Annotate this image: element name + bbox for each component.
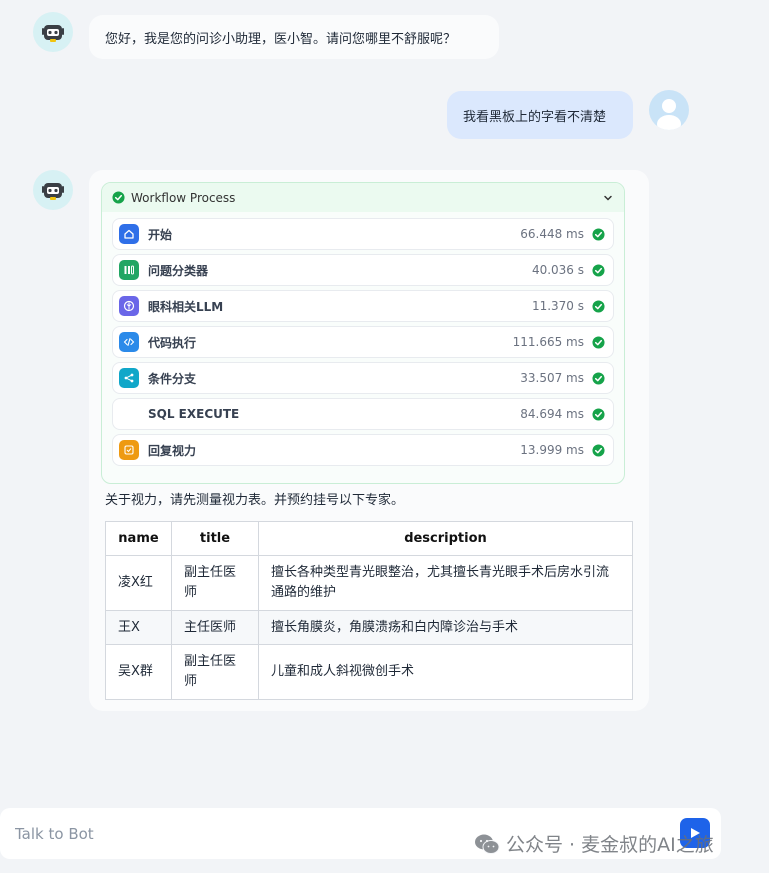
step-time: 111.665 ms: [512, 335, 584, 349]
check-circle-icon: [592, 335, 605, 349]
workflow-step-reply[interactable]: 回复视力 13.999 ms: [112, 434, 614, 466]
user-message-bubble: 我看黑板上的字看不清楚: [447, 91, 633, 139]
cell-title: 主任医师: [171, 610, 259, 645]
cell-title: 副主任医师: [171, 555, 259, 611]
bot-greeting-bubble: 您好，我是您的问诊小助理，医小智。请问您哪里不舒服呢？: [89, 15, 499, 59]
cell-name: 吴X群: [105, 644, 172, 700]
doctor-table: name title description 凌X红 副主任医师 擅长各种类型青…: [105, 521, 633, 700]
answer-text: 关于视力，请先测量视力表。并预约挂号以下专家。: [105, 493, 405, 508]
check-circle-icon: [592, 443, 605, 457]
cell-name: 王X: [105, 610, 172, 645]
table-row: 王X 主任医师 擅长角膜炎，角膜溃疡和白内障诊治与手术: [105, 610, 633, 645]
workflow-step-branch[interactable]: 条件分支 33.507 ms: [112, 362, 614, 394]
step-time: 33.507 ms: [520, 371, 584, 385]
workflow-panel: Workflow Process 开始 66.448 ms 问题分类器 40.0…: [101, 182, 625, 484]
cell-description: 擅长角膜炎，角膜溃疡和白内障诊治与手术: [258, 610, 633, 645]
watermark-text: 公众号 · 麦金叔的AI之旅: [506, 834, 714, 856]
workflow-step-sql[interactable]: SQL EXECUTE 84.694 ms: [112, 398, 614, 430]
workflow-title: Workflow Process: [131, 190, 236, 205]
column-header-title: title: [171, 521, 259, 556]
branch-icon: [119, 368, 139, 388]
step-time: 40.036 s: [531, 263, 584, 277]
home-icon: [119, 224, 139, 244]
table-row: 吴X群 副主任医师 儿童和成人斜视微创手术: [105, 644, 633, 700]
step-label: 开始: [148, 227, 173, 242]
robot-icon: [42, 25, 64, 42]
step-label: SQL EXECUTE: [148, 407, 240, 421]
workflow-header[interactable]: Workflow Process: [102, 183, 624, 212]
check-circle-icon: [592, 371, 605, 385]
check-circle-icon: [112, 191, 125, 204]
robot-icon: [42, 183, 64, 200]
workflow-step-start[interactable]: 开始 66.448 ms: [112, 218, 614, 250]
cell-title: 副主任医师: [171, 644, 259, 700]
workflow-step-llm[interactable]: 眼科相关LLM 11.370 s: [112, 290, 614, 322]
cell-description: 擅长各种类型青光眼整治，尤其擅长青光眼手术后房水引流通路的维护: [258, 555, 633, 611]
user-avatar: [649, 90, 689, 130]
llm-icon: [119, 296, 139, 316]
bot-avatar: [33, 12, 73, 52]
step-label: 条件分支: [148, 371, 197, 386]
user-message-text: 我看黑板上的字看不清楚: [463, 109, 607, 125]
check-circle-icon: [592, 299, 605, 313]
bot-response-bubble: Workflow Process 开始 66.448 ms 问题分类器 40.0…: [89, 170, 649, 711]
check-circle-icon: [592, 263, 605, 277]
bot-avatar-2: [33, 170, 73, 210]
code-icon: [119, 332, 139, 352]
cell-description: 儿童和成人斜视微创手术: [258, 644, 633, 700]
check-circle-icon: [592, 407, 605, 421]
step-label: 问题分类器: [148, 263, 209, 278]
user-icon: [657, 99, 681, 130]
column-header-name: name: [105, 521, 172, 556]
workflow-step-classifier[interactable]: 问题分类器 40.036 s: [112, 254, 614, 286]
watermark: 公众号 · 麦金叔的AI之旅: [474, 830, 714, 857]
step-time: 84.694 ms: [520, 407, 584, 421]
table-header-row: name title description: [105, 521, 633, 556]
step-time: 13.999 ms: [520, 443, 584, 457]
step-label: 回复视力: [148, 443, 197, 458]
bot-greeting-text: 您好，我是您的问诊小助理，医小智。请问您哪里不舒服呢？: [105, 31, 457, 47]
workflow-steps: 开始 66.448 ms 问题分类器 40.036 s 眼科相关LLM 11.3…: [102, 212, 624, 466]
table-row: 凌X红 副主任医师 擅长各种类型青光眼整治，尤其擅长青光眼手术后房水引流通路的维…: [105, 555, 633, 611]
step-time: 11.370 s: [531, 299, 584, 313]
step-time: 66.448 ms: [520, 227, 584, 241]
column-header-description: description: [258, 521, 633, 556]
wechat-icon: [475, 834, 500, 854]
check-circle-icon: [592, 227, 605, 241]
classifier-icon: [119, 260, 139, 280]
step-label: 代码执行: [148, 335, 197, 350]
chevron-down-icon[interactable]: [602, 192, 614, 204]
cell-name: 凌X红: [105, 555, 172, 611]
reply-icon: [119, 440, 139, 460]
blank-node-icon: [119, 404, 139, 424]
workflow-step-code[interactable]: 代码执行 111.665 ms: [112, 326, 614, 358]
step-label: 眼科相关LLM: [148, 299, 224, 314]
